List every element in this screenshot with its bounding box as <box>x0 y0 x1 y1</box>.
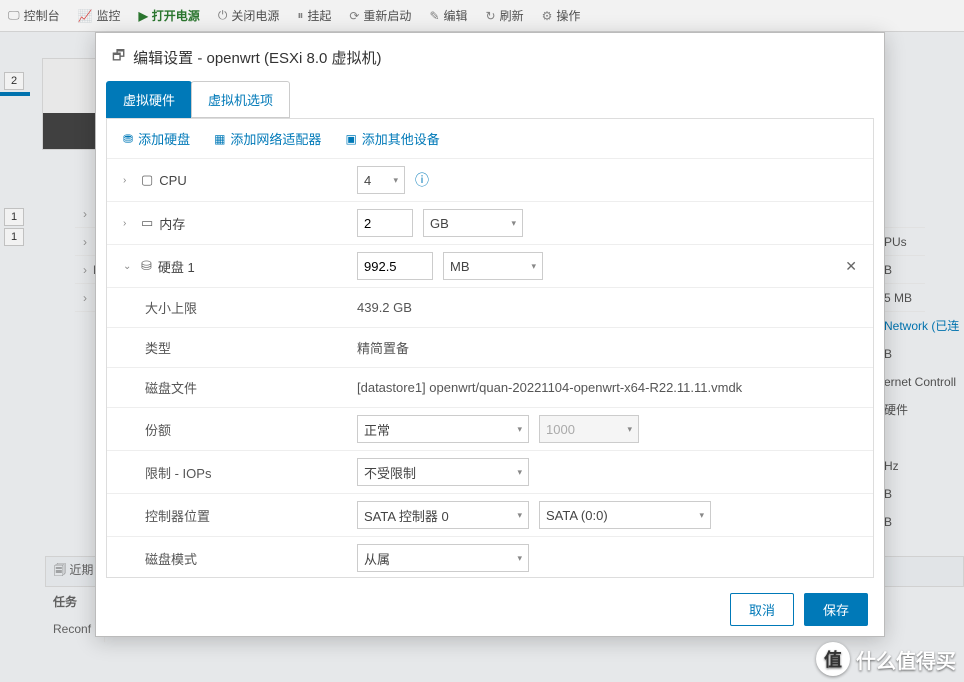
row-iops: 限制 - IOPs 不受限制▾ <box>107 451 873 494</box>
chevron-right-icon[interactable]: › <box>123 175 133 186</box>
controller-pos-select[interactable]: SATA (0:0)▾ <box>539 501 711 529</box>
vm-icon: 🗗 <box>112 45 125 69</box>
watermark: 值 什么值得买 <box>816 642 956 676</box>
row-type: 类型 精简置备 <box>107 328 873 368</box>
chevron-right-icon[interactable]: › <box>123 218 133 229</box>
chevron-down-icon: ▾ <box>393 175 398 186</box>
label-shares: 份额 <box>107 420 357 439</box>
info-icon[interactable]: ⓘ <box>415 170 429 190</box>
cpu-select[interactable]: 4▾ <box>357 166 405 194</box>
save-button[interactable]: 保存 <box>804 593 868 626</box>
modal-body: ⛃添加硬盘 ▦添加网络适配器 ▣添加其他设备 ›▢CPU 4▾ ⓘ ›▭内存 G… <box>106 118 874 578</box>
modal-header: 🗗 编辑设置 - openwrt (ESXi 8.0 虚拟机) <box>96 33 884 81</box>
row-shares: 份额 正常▾ 1000▾ <box>107 408 873 451</box>
controller-select[interactable]: SATA 控制器 0▾ <box>357 501 529 529</box>
chevron-down-icon: ▾ <box>627 424 632 435</box>
value-max-size: 439.2 GB <box>357 300 412 315</box>
disk-size-input[interactable] <box>357 252 433 280</box>
modal-title: 编辑设置 - openwrt (ESXi 8.0 虚拟机) <box>133 47 381 68</box>
memory-unit-select[interactable]: GB▾ <box>423 209 523 237</box>
add-nic-button[interactable]: ▦添加网络适配器 <box>214 129 321 148</box>
row-file: 磁盘文件 [datastore1] openwrt/quan-20221104-… <box>107 368 873 408</box>
row-controller: 控制器位置 SATA 控制器 0▾ SATA (0:0)▾ <box>107 494 873 537</box>
chevron-down-icon: ▾ <box>517 467 522 478</box>
tab-virtual-hardware[interactable]: 虚拟硬件 <box>106 81 192 118</box>
modal-footer: 取消 保存 <box>96 582 884 636</box>
cancel-button[interactable]: 取消 <box>730 593 794 626</box>
add-other-button[interactable]: ▣添加其他设备 <box>345 129 439 148</box>
iops-select[interactable]: 不受限制▾ <box>357 458 529 486</box>
row-disk-mode: 磁盘模式 从属▾ <box>107 537 873 578</box>
label-disk-mode: 磁盘模式 <box>107 549 357 568</box>
remove-disk-button[interactable]: ✕ <box>845 258 857 275</box>
label-file: 磁盘文件 <box>107 378 357 397</box>
label-type: 类型 <box>107 338 357 357</box>
label-iops: 限制 - IOPs <box>107 463 357 482</box>
value-file: [datastore1] openwrt/quan-20221104-openw… <box>357 380 742 395</box>
chevron-down-icon: ▾ <box>699 510 704 521</box>
memory-icon: ▭ <box>141 215 153 231</box>
label-cpu: ›▢CPU <box>107 172 357 188</box>
chevron-down-icon: ▾ <box>517 424 522 435</box>
label-disk1: ⌄⛁硬盘 1 <box>107 257 357 276</box>
watermark-badge: 值 <box>816 642 850 676</box>
row-cpu: ›▢CPU 4▾ ⓘ <box>107 159 873 202</box>
modal-tabs: 虚拟硬件 虚拟机选项 <box>96 81 884 118</box>
cpu-icon: ▢ <box>141 172 153 188</box>
chevron-down-icon: ▾ <box>531 261 536 272</box>
actions-row: ⛃添加硬盘 ▦添加网络适配器 ▣添加其他设备 <box>107 119 873 159</box>
label-controller: 控制器位置 <box>107 506 357 525</box>
chevron-down-icon: ▾ <box>517 553 522 564</box>
hdd-icon: ⛁ <box>141 258 152 274</box>
disk-icon: ⛃ <box>123 132 133 146</box>
label-max-size: 大小上限 <box>107 298 357 317</box>
chevron-down-icon[interactable]: ⌄ <box>123 261 133 272</box>
memory-input[interactable] <box>357 209 413 237</box>
row-disk1: ⌄⛁硬盘 1 MB▾ ✕ <box>107 245 873 288</box>
disk-unit-select[interactable]: MB▾ <box>443 252 543 280</box>
nic-icon: ▦ <box>214 132 225 146</box>
device-icon: ▣ <box>345 132 356 146</box>
chevron-down-icon: ▾ <box>511 218 516 229</box>
shares-num-select: 1000▾ <box>539 415 639 443</box>
edit-settings-modal: 🗗 编辑设置 - openwrt (ESXi 8.0 虚拟机) 虚拟硬件 虚拟机… <box>95 32 885 637</box>
label-memory: ›▭内存 <box>107 214 357 233</box>
disk-mode-select[interactable]: 从属▾ <box>357 544 529 572</box>
row-memory: ›▭内存 GB▾ <box>107 202 873 245</box>
row-max-size: 大小上限 439.2 GB <box>107 288 873 328</box>
value-type: 精简置备 <box>357 338 409 357</box>
add-disk-button[interactable]: ⛃添加硬盘 <box>123 129 190 148</box>
watermark-text: 什么值得买 <box>856 645 956 674</box>
tab-vm-options[interactable]: 虚拟机选项 <box>191 81 290 118</box>
shares-select[interactable]: 正常▾ <box>357 415 529 443</box>
chevron-down-icon: ▾ <box>517 510 522 521</box>
